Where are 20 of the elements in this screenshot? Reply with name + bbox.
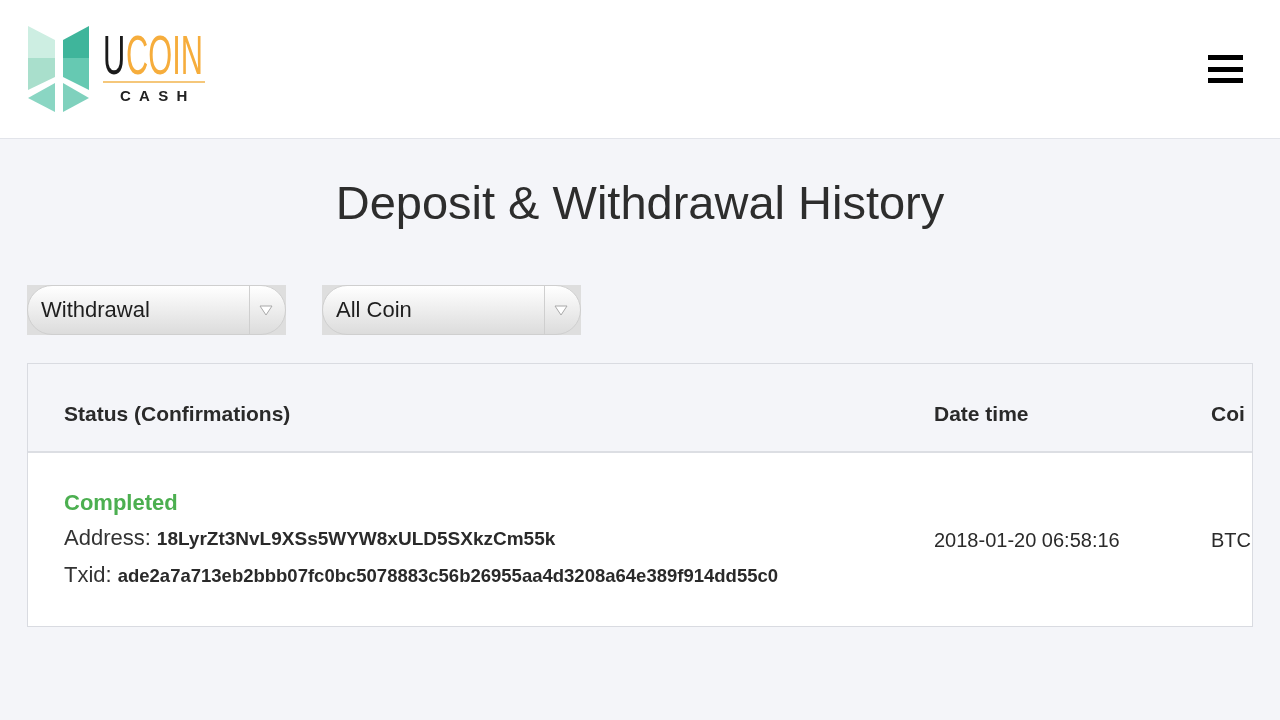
filter-dropdown[interactable]: Withdrawal bbox=[27, 285, 286, 335]
caret-icon bbox=[553, 304, 568, 316]
column-header: Date time bbox=[933, 400, 1030, 427]
address-value: 18LyrZt3NvL9XSs5WYW8xULD5SXkzCm55k bbox=[156, 526, 556, 551]
coin-cell-text: BTC bbox=[1210, 527, 1251, 553]
column-header: Coi bbox=[1210, 400, 1245, 427]
logo-letter: U bbox=[103, 30, 126, 79]
txid-label: Txid: bbox=[64, 560, 112, 589]
menu-icon[interactable] bbox=[1208, 55, 1243, 83]
logo-mark-icon bbox=[28, 26, 89, 112]
logo-word: COIN bbox=[126, 30, 203, 79]
logo-tagline: CASH bbox=[119, 87, 197, 104]
status-text: Completed bbox=[64, 488, 178, 517]
txid-value: ade2a7a713eb2bbb07fc0bc5078883c56b26955aa4d3208a64e389f914dd55c0 bbox=[117, 563, 779, 588]
caret-icon bbox=[258, 304, 273, 316]
column-header: Status (Confirmations) bbox=[63, 400, 292, 427]
page-title: Deposit & Withdrawal History bbox=[334, 175, 946, 231]
address-label: Address: bbox=[64, 523, 151, 552]
filter-dropdown[interactable]: All Coin bbox=[322, 285, 581, 335]
date-time-cell-text: 2018-01-20 06:58:16 bbox=[933, 527, 1121, 553]
